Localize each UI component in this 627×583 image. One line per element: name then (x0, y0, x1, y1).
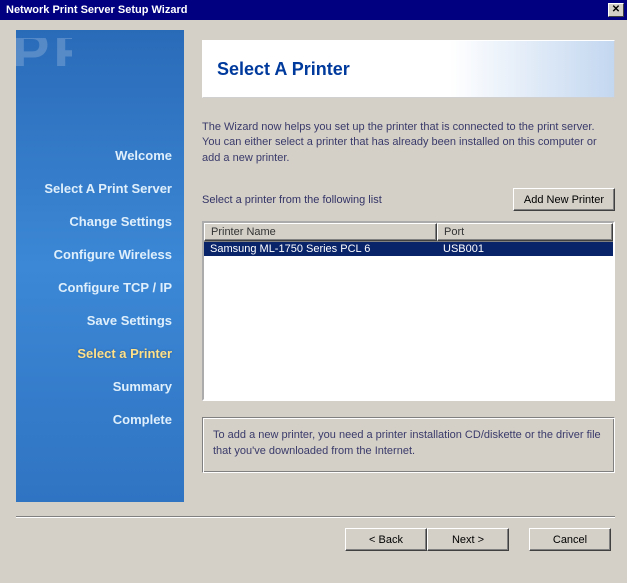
heading-banner: Select A Printer (202, 40, 615, 98)
column-printer-name[interactable]: Printer Name (204, 223, 437, 241)
titlebar: Network Print Server Setup Wizard ✕ (0, 0, 627, 20)
window-title: Network Print Server Setup Wizard (6, 4, 187, 16)
page-title: Select A Printer (217, 59, 350, 80)
wizard-description: The Wizard now helps you set up the prin… (202, 120, 615, 166)
printer-port-cell: USB001 (437, 242, 613, 256)
sidebar-item-select-a-print-server: Select A Print Server (16, 181, 172, 196)
printer-list-label: Select a printer from the following list (202, 194, 382, 206)
sidebar-item-select-a-printer: Select a Printer (16, 346, 172, 361)
add-new-printer-button[interactable]: Add New Printer (513, 188, 615, 211)
hint-box: To add a new printer, you need a printer… (202, 417, 615, 473)
main-panel: Select A Printer The Wizard now helps yo… (202, 30, 615, 502)
sidebar-item-save-settings: Save Settings (16, 313, 172, 328)
sidebar-item-change-settings: Change Settings (16, 214, 172, 229)
sidebar-watermark: PRIN (12, 38, 72, 66)
close-button[interactable]: ✕ (608, 3, 624, 17)
cancel-button[interactable]: Cancel (529, 528, 611, 551)
back-button[interactable]: < Back (345, 528, 427, 551)
footer-divider (16, 516, 615, 518)
sidebar-item-welcome: Welcome (16, 148, 172, 163)
column-port[interactable]: Port (437, 223, 613, 241)
sidebar-item-summary: Summary (16, 379, 172, 394)
listview-header: Printer Name Port (204, 223, 613, 242)
sidebar-item-complete: Complete (16, 412, 172, 427)
printer-row[interactable]: Samsung ML-1750 Series PCL 6USB001 (204, 242, 613, 256)
wizard-sidebar: PRIN WelcomeSelect A Print ServerChange … (16, 30, 184, 502)
printer-listview[interactable]: Printer Name Port Samsung ML-1750 Series… (202, 221, 615, 401)
next-button[interactable]: Next > (427, 528, 509, 551)
printer-name-cell: Samsung ML-1750 Series PCL 6 (204, 242, 437, 256)
sidebar-item-configure-wireless: Configure Wireless (16, 247, 172, 262)
wizard-footer: < Back Next > Cancel (16, 528, 615, 551)
sidebar-item-configure-tcp-ip: Configure TCP / IP (16, 280, 172, 295)
